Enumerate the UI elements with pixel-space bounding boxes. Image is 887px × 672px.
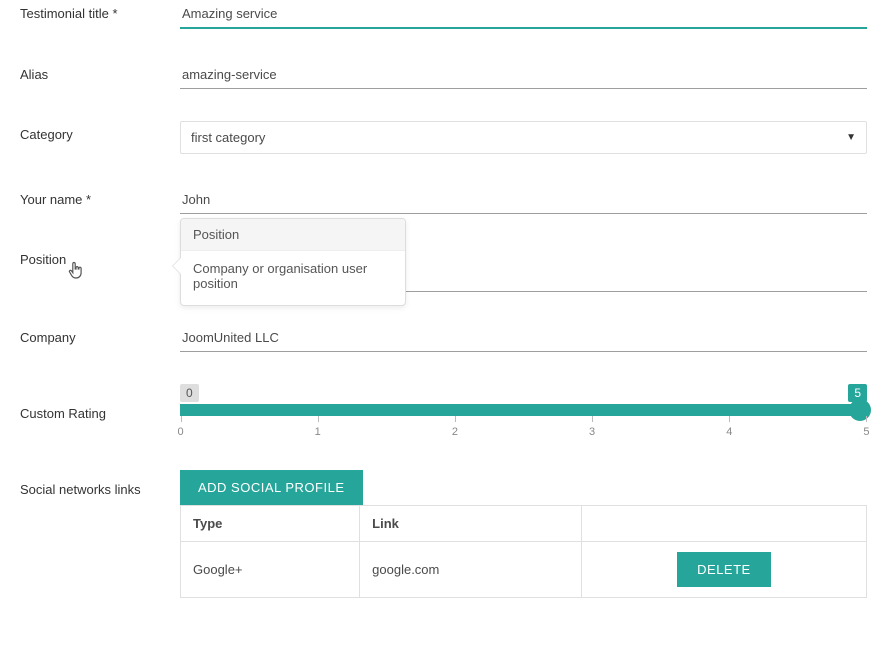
table-header-row: Type Link <box>181 506 867 542</box>
category-select[interactable]: first category ▼ <box>180 121 867 154</box>
your-name-label: Your name * <box>20 186 180 207</box>
alias-input[interactable] <box>180 61 867 89</box>
social-link-cell: google.com <box>360 542 582 598</box>
tooltip-title: Position <box>181 219 405 251</box>
position-tooltip: Position Company or organisation user po… <box>180 218 406 306</box>
add-social-profile-button[interactable]: ADD SOCIAL PROFILE <box>180 470 363 505</box>
chevron-down-icon: ▼ <box>846 132 856 143</box>
cursor-hand-icon <box>68 260 84 285</box>
slider-min-badge: 0 <box>180 384 199 402</box>
tooltip-body: Company or organisation user position <box>181 251 405 305</box>
col-link-header: Link <box>360 506 582 542</box>
company-input[interactable] <box>180 324 867 352</box>
slider-tick-label: 2 <box>445 426 465 438</box>
custom-rating-label: Custom Rating <box>20 384 180 421</box>
category-selected-value: first category <box>191 130 265 145</box>
slider-tick-label: 5 <box>856 426 876 438</box>
col-type-header: Type <box>181 506 360 542</box>
slider-ticks: 0 1 2 3 4 5 <box>180 418 867 438</box>
testimonial-title-label: Testimonial title * <box>20 0 180 21</box>
slider-tick-label: 4 <box>719 426 739 438</box>
slider-tick-label: 3 <box>582 426 602 438</box>
social-table: Type Link Google+ google.com DELETE <box>180 505 867 598</box>
slider-tick-label: 0 <box>171 426 191 438</box>
table-row: Google+ google.com DELETE <box>181 542 867 598</box>
your-name-input[interactable] <box>180 186 867 214</box>
col-actions-header <box>581 506 866 542</box>
social-type-cell: Google+ <box>181 542 360 598</box>
testimonial-title-input[interactable] <box>180 0 867 29</box>
slider-tick-label: 1 <box>308 426 328 438</box>
category-label: Category <box>20 121 180 142</box>
alias-label: Alias <box>20 61 180 82</box>
slider-track[interactable] <box>180 404 867 416</box>
position-label: Position <box>20 246 180 267</box>
company-label: Company <box>20 324 180 345</box>
slider-thumb[interactable] <box>849 399 871 421</box>
delete-button[interactable]: DELETE <box>677 552 771 587</box>
social-networks-label: Social networks links <box>20 470 180 497</box>
rating-slider[interactable]: 0 5 0 1 2 3 4 5 <box>180 384 867 438</box>
